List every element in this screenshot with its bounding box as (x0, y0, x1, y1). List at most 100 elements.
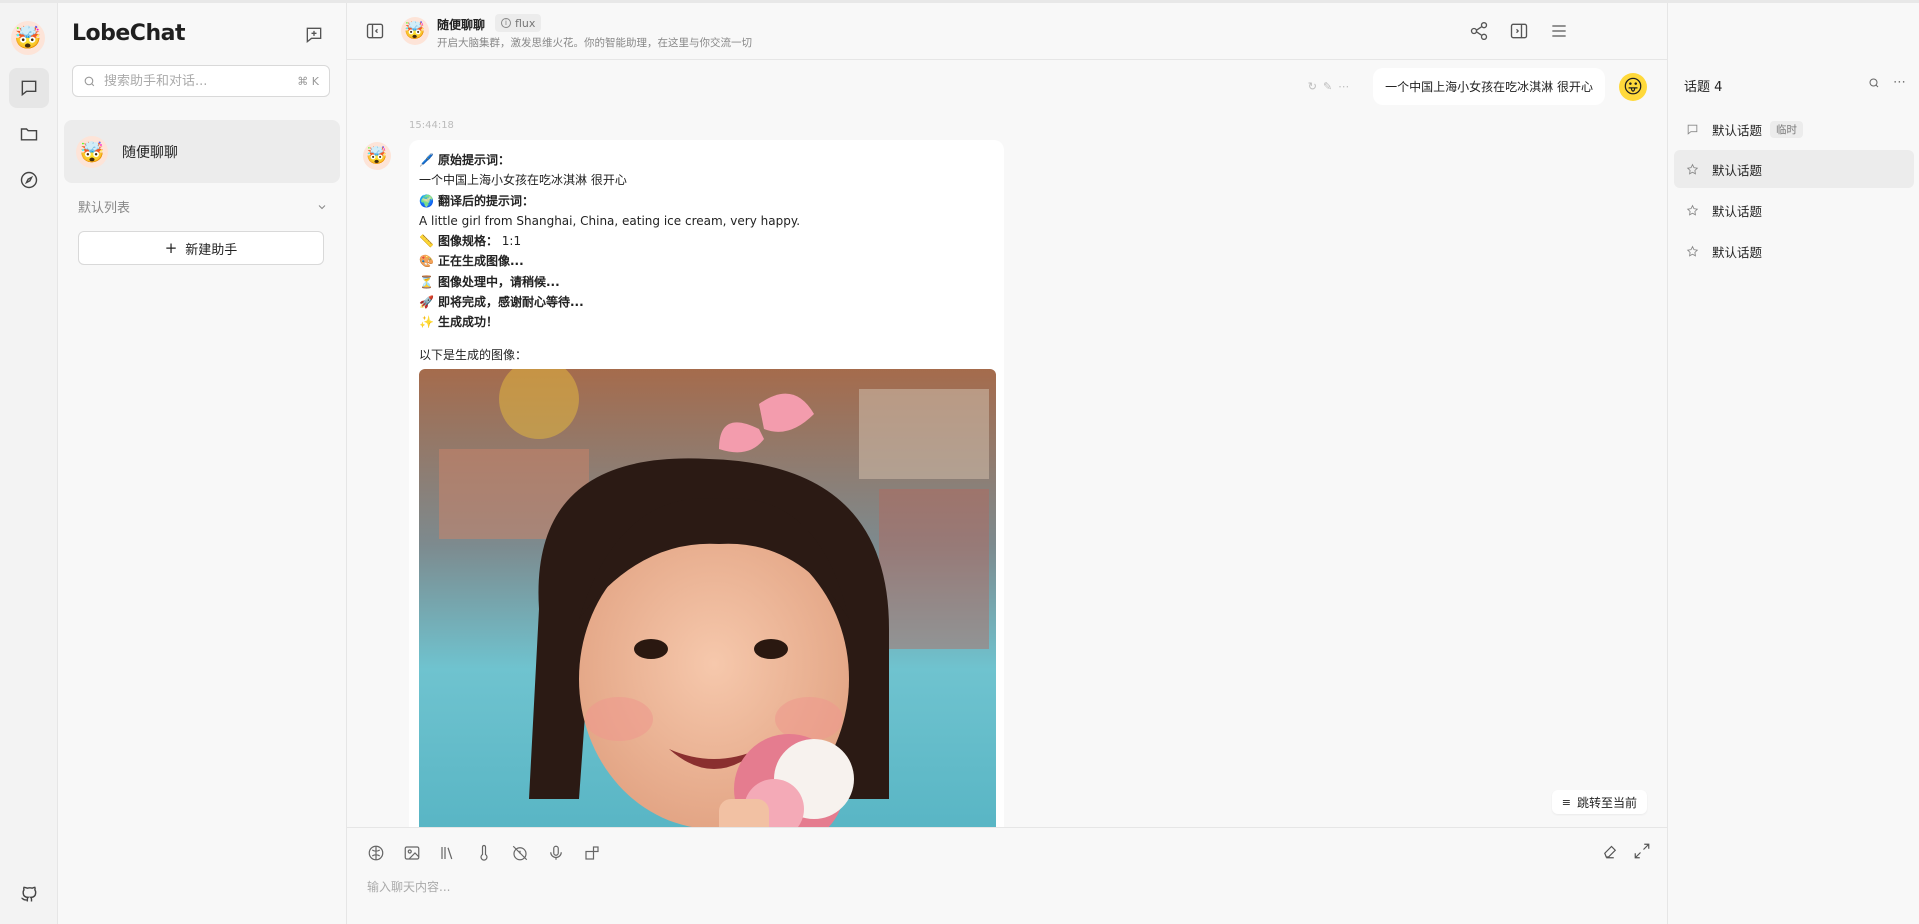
line-text: A little girl from Shanghai, China, eati… (419, 213, 801, 228)
user-avatar[interactable]: 🤯 (11, 21, 45, 55)
plugins-button[interactable] (581, 842, 603, 864)
regenerate-icon[interactable]: ↻ (1308, 80, 1317, 93)
star-icon[interactable] (1686, 163, 1700, 176)
topics-panel: 话题 4 ⋯ 默认话题 临时 默认话题 默认话题 默认话题 (1667, 3, 1919, 924)
sidebar-right-icon (1510, 23, 1528, 39)
line-emoji-icon: 🚀 (419, 295, 434, 310)
topic-item[interactable]: 默认话题 (1674, 232, 1914, 270)
share-button[interactable] (1469, 21, 1489, 45)
generated-image[interactable] (419, 368, 996, 827)
toggle-sidebar-button[interactable] (365, 21, 385, 45)
list-icon: ≡ (1561, 795, 1571, 809)
temporary-tag: 临时 (1770, 120, 1804, 138)
topic-item[interactable]: 默认话题 (1674, 150, 1914, 188)
session-search[interactable]: ⌘ K (72, 65, 330, 97)
line-emoji-icon: 🖊️ (419, 153, 434, 167)
app-logo: LobeChat (72, 21, 185, 46)
image-icon (404, 846, 420, 860)
chat-icon (21, 80, 37, 97)
topic-more-button[interactable]: ⋯ (1893, 75, 1906, 90)
line-text: 正在生成图像... (437, 254, 524, 269)
topic-label: 默认话题 (1712, 122, 1763, 138)
settings-menu-button[interactable] (1549, 21, 1569, 45)
line-text: 图像规格： (437, 234, 498, 249)
model-tag[interactable]: i flux (495, 14, 542, 32)
github-button[interactable] (9, 874, 49, 914)
bot-avatar: 🤯 (363, 142, 391, 170)
line-text: 一个中国上海小女孩在吃冰淇淋 很开心 (419, 173, 627, 188)
topics-title: 话题 4 (1684, 80, 1723, 95)
message-icon[interactable] (1686, 123, 1700, 136)
bot-message-line: ⏳ 图像处理中，请稍候... (419, 272, 994, 292)
history-limit-button[interactable] (509, 842, 531, 864)
discover-nav-button[interactable] (9, 160, 49, 200)
voice-input-button[interactable] (545, 842, 567, 864)
eraser-icon (1604, 845, 1617, 859)
chevron-down-icon (318, 204, 326, 209)
plugin-icon (585, 846, 599, 860)
timer-off-icon (512, 845, 528, 861)
assistant-avatar[interactable]: 🤯 (401, 17, 429, 45)
star-icon[interactable] (1686, 204, 1700, 217)
topic-search-button[interactable] (1868, 77, 1880, 93)
toggle-topics-button[interactable] (1509, 21, 1529, 45)
bot-message-line: 一个中国上海小女孩在吃冰淇淋 很开心 (419, 170, 994, 190)
upload-image-button[interactable] (401, 842, 423, 864)
line-text: 原始提示词： (437, 153, 510, 167)
bot-message-line: 🚀 即将完成，感谢耐心等待... (419, 292, 994, 312)
files-nav-button[interactable] (9, 114, 49, 154)
new-chat-icon (306, 27, 322, 44)
more-icon: ⋯ (1893, 75, 1906, 90)
assistant-title: 随便聊聊 (437, 18, 486, 32)
bot-message-line: 🖊️ 原始提示词： (419, 150, 994, 170)
knowledge-base-button[interactable] (437, 842, 459, 864)
chat-messages: ↻ ✎ ⋯ 一个中国上海小女孩在吃冰淇淋 很开心 😛 15:44:18 🤯 🖊️… (347, 60, 1667, 827)
input-toolbar (365, 842, 603, 864)
line-emoji-icon: ✨ (419, 315, 434, 330)
chat-main: 🤯 随便聊聊 i flux 开启大脑集群，激发思维火花。你的智能助理，在这里与你… (347, 3, 1667, 924)
new-assistant-label: 新建助手 (185, 242, 238, 258)
star-icon[interactable] (1686, 245, 1700, 258)
expand-icon (1634, 843, 1650, 859)
new-chat-button[interactable] (301, 22, 327, 48)
user-message-row: ↻ ✎ ⋯ 一个中国上海小女孩在吃冰淇淋 很开心 😛 (1300, 68, 1647, 105)
session-item[interactable]: 🤯 随便聊聊 (64, 120, 340, 183)
microphone-icon (550, 845, 562, 860)
group-label: 默认列表 (78, 201, 131, 216)
topic-label: 默认话题 (1712, 203, 1763, 219)
topic-item[interactable]: 默认话题 临时 (1674, 110, 1914, 148)
clear-button[interactable] (1601, 842, 1619, 864)
github-icon (21, 886, 37, 902)
bot-message-line: 🌍 翻译后的提示词： (419, 191, 994, 211)
library-icon (441, 847, 453, 860)
chat-nav-button[interactable] (9, 68, 49, 108)
nav-rail: 🤯 (0, 3, 58, 924)
bot-message-line: A little girl from Shanghai, China, eati… (419, 211, 994, 231)
message-actions: ↻ ✎ ⋯ (1300, 76, 1357, 97)
edit-icon[interactable]: ✎ (1323, 80, 1332, 93)
expand-button[interactable] (1633, 842, 1651, 864)
session-group-header[interactable]: 默认列表 (78, 197, 328, 216)
session-search-input[interactable] (104, 73, 298, 89)
topic-item[interactable]: 默认话题 (1674, 191, 1914, 229)
search-icon (1869, 78, 1879, 88)
more-icon[interactable]: ⋯ (1338, 80, 1349, 93)
chat-input[interactable] (367, 880, 1647, 894)
model-name: flux (515, 16, 536, 30)
brain-icon (368, 845, 384, 861)
chat-header: 🤯 随便聊聊 i flux 开启大脑集群，激发思维火花。你的智能助理，在这里与你… (347, 3, 1667, 60)
jump-to-current-button[interactable]: ≡ 跳转至当前 (1551, 790, 1647, 814)
thermometer-icon (480, 844, 488, 861)
line-text: 翻译后的提示词： (437, 193, 534, 208)
new-assistant-button[interactable]: + 新建助手 (78, 231, 324, 265)
line-text: 生成成功！ (437, 315, 498, 330)
line-emoji-icon: 📏 (419, 234, 434, 249)
temperature-button[interactable] (473, 842, 495, 864)
line-text: 即将完成，感谢耐心等待... (437, 295, 584, 310)
model-switch-button[interactable] (365, 842, 387, 864)
line-value: 1:1 (497, 234, 522, 249)
line-emoji-icon: 🌍 (419, 193, 434, 208)
input-toolbar-right (1601, 842, 1651, 864)
bot-message: 🖊️ 原始提示词： 一个中国上海小女孩在吃冰淇淋 很开心 🌍 翻译后的提示词： A lit… (409, 140, 1004, 827)
image-caption: 以下是生成的图像： (419, 347, 528, 362)
